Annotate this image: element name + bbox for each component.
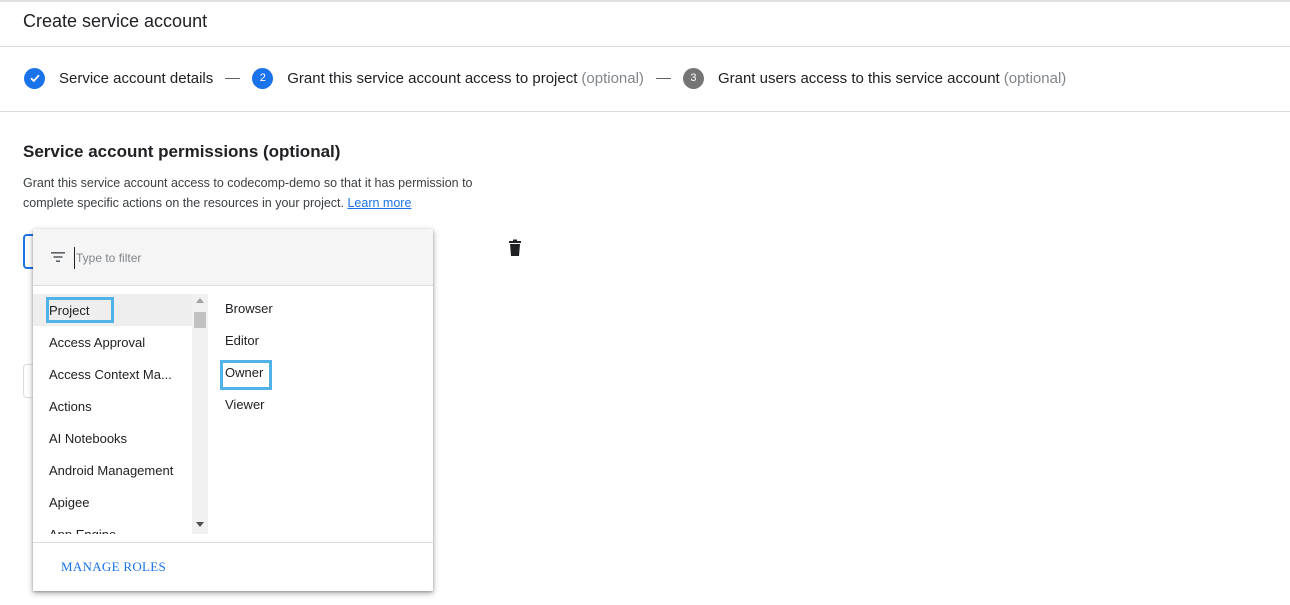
step-separator — [655, 77, 671, 79]
learn-more-link[interactable]: Learn more — [347, 196, 411, 210]
check-circle-icon[interactable] — [24, 67, 45, 89]
top-border — [0, 0, 1290, 2]
step-3-number[interactable]: 3 — [682, 67, 704, 89]
category-list: Project Access Approval Access Context M… — [33, 294, 193, 534]
step-2-number[interactable]: 2 — [252, 67, 274, 89]
step-separator — [225, 77, 241, 79]
filter-list-icon — [51, 252, 65, 262]
header-divider — [0, 46, 1290, 47]
stepper-divider — [0, 111, 1290, 112]
owner-highlight-box — [220, 360, 272, 390]
section-description: Grant this service account access to cod… — [23, 173, 523, 213]
role-item-browser[interactable]: Browser — [225, 299, 273, 319]
category-item[interactable]: Access Context Ma... — [33, 358, 193, 390]
category-item[interactable]: AI Notebooks — [33, 422, 193, 454]
filter-bar — [33, 229, 433, 286]
manage-roles-button[interactable]: MANAGE ROLES — [61, 559, 166, 575]
category-item[interactable]: Apigee — [33, 486, 193, 518]
step-2-label[interactable]: Grant this service account access to pro… — [287, 70, 577, 87]
filter-input[interactable] — [74, 247, 378, 269]
role-item-editor[interactable]: Editor — [225, 331, 259, 351]
scroll-up-arrow-icon[interactable] — [196, 298, 204, 303]
role-picker-dropdown: Project Access Approval Access Context M… — [33, 229, 433, 591]
trash-icon[interactable] — [507, 239, 523, 257]
category-item[interactable]: Android Management — [33, 454, 193, 486]
step-3-label[interactable]: Grant users access to this service accou… — [718, 70, 1000, 87]
section-title: Service account permissions (optional) — [23, 142, 341, 161]
category-item[interactable]: Actions — [33, 390, 193, 422]
category-item[interactable]: Access Approval — [33, 326, 193, 358]
stepper: Service account details 2 Grant this ser… — [24, 67, 1066, 89]
scroll-down-arrow-icon[interactable] — [196, 522, 204, 527]
project-highlight-box — [46, 297, 114, 323]
dropdown-footer-divider — [33, 542, 433, 543]
page-title: Create service account — [23, 11, 208, 31]
scroll-thumb[interactable] — [194, 312, 206, 328]
step-2-optional: (optional) — [581, 69, 644, 87]
step-3-optional: (optional) — [1003, 69, 1067, 87]
category-item[interactable]: App Engine — [33, 518, 193, 535]
category-scrollbar[interactable] — [192, 294, 208, 534]
step-1-label[interactable]: Service account details — [59, 70, 213, 87]
role-item-viewer[interactable]: Viewer — [225, 395, 265, 415]
